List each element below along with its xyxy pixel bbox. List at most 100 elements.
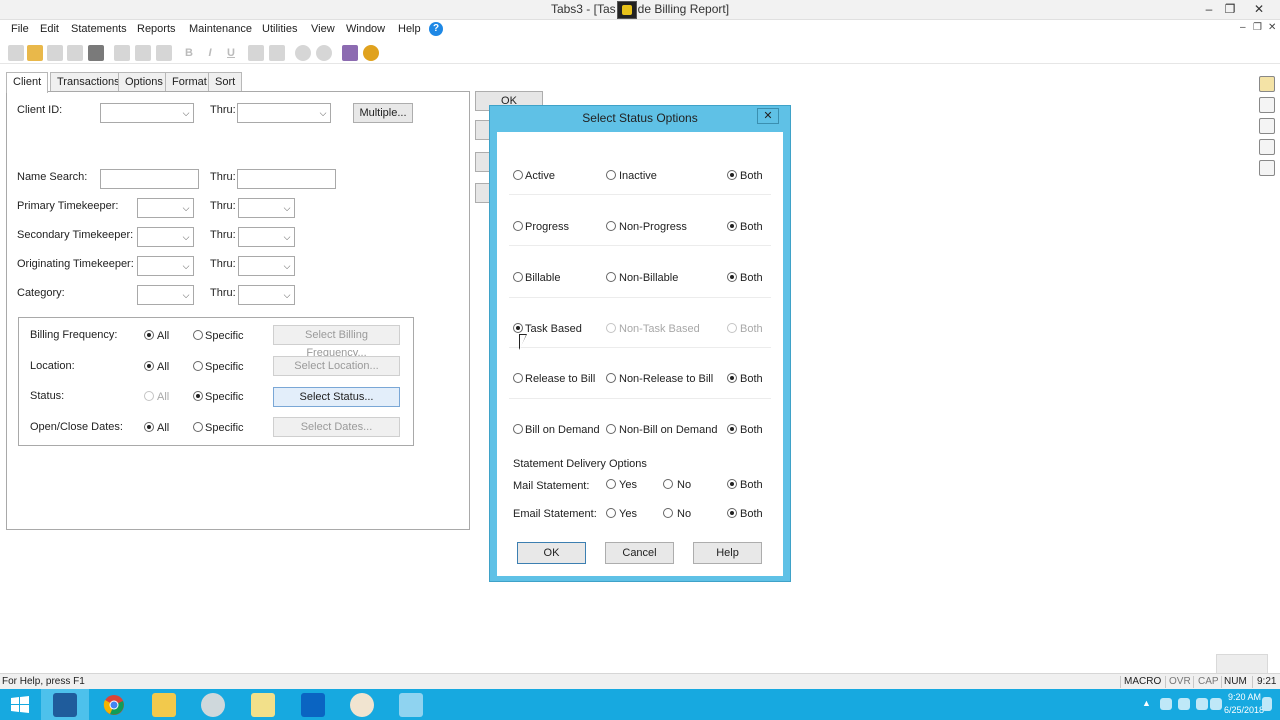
delete-icon[interactable] <box>248 45 264 61</box>
category-combo[interactable]: ⌵ <box>137 285 194 305</box>
restore-button[interactable]: ❐ <box>1218 0 1242 20</box>
billing-frequency-all-radio[interactable] <box>144 330 154 340</box>
tab-sort[interactable]: Sort <box>208 72 243 92</box>
menu-reports[interactable]: Reports <box>137 23 176 35</box>
select-status-button[interactable]: Select Status... <box>273 387 400 407</box>
back-icon[interactable] <box>295 45 311 61</box>
active-radio[interactable] <box>513 170 523 180</box>
forward-icon[interactable] <box>316 45 332 61</box>
email-both-radio[interactable] <box>727 508 737 518</box>
tab-transactions[interactable]: Transactions <box>50 72 127 92</box>
email-yes-radio[interactable] <box>606 508 616 518</box>
location-all-radio[interactable] <box>144 361 154 371</box>
menu-view[interactable]: View <box>311 23 335 35</box>
calculator-icon[interactable] <box>342 45 358 61</box>
tray-network-icon[interactable] <box>1160 698 1172 710</box>
windows-start-icon[interactable] <box>8 693 32 717</box>
bold-icon[interactable]: B <box>181 45 197 61</box>
active-both-radio[interactable] <box>727 170 737 180</box>
mdi-restore-button[interactable]: ❐ <box>1253 22 1262 33</box>
tray-chevron-up-icon[interactable]: ▲ <box>1142 698 1151 708</box>
select-dates-button[interactable]: Select Dates... <box>273 417 400 437</box>
settings-icon[interactable] <box>1259 118 1275 134</box>
clock-time[interactable]: 9:20 AM <box>1228 692 1261 702</box>
tray-speaker-icon[interactable] <box>1196 698 1208 710</box>
select-location-button[interactable]: Select Location... <box>273 356 400 376</box>
client-id-thru-combo[interactable]: ⌵ <box>237 103 331 123</box>
non-task-based-radio[interactable] <box>606 323 616 333</box>
secondary-timekeeper-thru-combo[interactable]: ⌵ <box>238 227 295 247</box>
print-preview-icon[interactable] <box>67 45 83 61</box>
notes-app-icon[interactable] <box>251 693 275 717</box>
new-icon[interactable] <box>8 45 24 61</box>
menu-file[interactable]: File <box>11 23 29 35</box>
secondary-timekeeper-combo[interactable]: ⌵ <box>137 227 194 247</box>
menu-window[interactable]: Window <box>346 23 385 35</box>
multiple-button[interactable]: Multiple... <box>353 103 413 123</box>
originating-timekeeper-combo[interactable]: ⌵ <box>137 256 194 276</box>
originating-timekeeper-thru-combo[interactable]: ⌵ <box>238 256 295 276</box>
mail-both-radio[interactable] <box>727 479 737 489</box>
mdi-close-button[interactable]: ✕ <box>1268 22 1276 33</box>
dialog-close-icon[interactable]: ✕ <box>757 108 779 124</box>
dates-specific-radio[interactable] <box>193 422 203 432</box>
non-billable-radio[interactable] <box>606 272 616 282</box>
billable-both-radio[interactable] <box>727 272 737 282</box>
client-id-combo[interactable]: ⌵ <box>100 103 194 123</box>
help-icon[interactable]: ? <box>429 22 443 36</box>
release-both-radio[interactable] <box>727 373 737 383</box>
clock-app-icon[interactable] <box>350 693 374 717</box>
bill-on-demand-radio[interactable] <box>513 424 523 434</box>
release-to-bill-radio[interactable] <box>513 373 523 383</box>
progress-both-radio[interactable] <box>727 221 737 231</box>
menu-help[interactable]: Help <box>398 23 421 35</box>
task-based-radio[interactable] <box>513 323 523 333</box>
non-bill-on-demand-radio[interactable] <box>606 424 616 434</box>
chrome-icon[interactable] <box>102 693 126 717</box>
name-search-thru-input[interactable] <box>237 169 336 189</box>
primary-timekeeper-thru-combo[interactable]: ⌵ <box>238 198 295 218</box>
web-icon[interactable] <box>363 45 379 61</box>
calendar-icon[interactable] <box>1259 139 1275 155</box>
menu-maintenance[interactable]: Maintenance <box>189 23 252 35</box>
tabs3-taskbar-icon[interactable] <box>399 693 423 717</box>
billing-frequency-specific-radio[interactable] <box>193 330 203 340</box>
tray-flag-icon[interactable] <box>1178 698 1190 710</box>
menu-statements[interactable]: Statements <box>71 23 127 35</box>
save-icon[interactable] <box>47 45 63 61</box>
dialog-cancel-button[interactable]: Cancel <box>605 542 674 564</box>
status-specific-radio[interactable] <box>193 391 203 401</box>
non-release-to-bill-radio[interactable] <box>606 373 616 383</box>
mdi-minimize-button[interactable]: – <box>1240 22 1246 33</box>
location-specific-radio[interactable] <box>193 361 203 371</box>
snipping-tool-icon[interactable] <box>201 693 225 717</box>
primary-timekeeper-combo[interactable]: ⌵ <box>137 198 194 218</box>
server-manager-icon[interactable] <box>53 693 77 717</box>
copy-icon[interactable] <box>135 45 151 61</box>
name-search-input[interactable] <box>100 169 199 189</box>
tab-options[interactable]: Options <box>118 72 170 92</box>
file-explorer-icon[interactable] <box>152 693 176 717</box>
italic-icon[interactable]: I <box>202 45 218 61</box>
dialog-ok-button[interactable]: OK <box>517 542 586 564</box>
task-based-both-radio[interactable] <box>727 323 737 333</box>
select-billing-frequency-button[interactable]: Select Billing Frequency... <box>273 325 400 359</box>
inactive-radio[interactable] <box>606 170 616 180</box>
open-folder-icon[interactable] <box>27 45 43 61</box>
print-icon[interactable] <box>88 45 104 61</box>
menu-edit[interactable]: Edit <box>40 23 59 35</box>
edit-icon[interactable] <box>1259 160 1275 176</box>
status-all-radio[interactable] <box>144 391 154 401</box>
mail-no-radio[interactable] <box>663 479 673 489</box>
paste-icon[interactable] <box>156 45 172 61</box>
billable-radio[interactable] <box>513 272 523 282</box>
database-icon[interactable] <box>1259 97 1275 113</box>
tab-client[interactable]: Client <box>6 72 49 93</box>
menu-utilities[interactable]: Utilities <box>262 23 297 35</box>
dates-all-radio[interactable] <box>144 422 154 432</box>
bill-on-demand-both-radio[interactable] <box>727 424 737 434</box>
email-no-radio[interactable] <box>663 508 673 518</box>
cut-icon[interactable] <box>114 45 130 61</box>
notifications-icon[interactable] <box>1262 697 1272 711</box>
underline-icon[interactable]: U <box>223 45 239 61</box>
